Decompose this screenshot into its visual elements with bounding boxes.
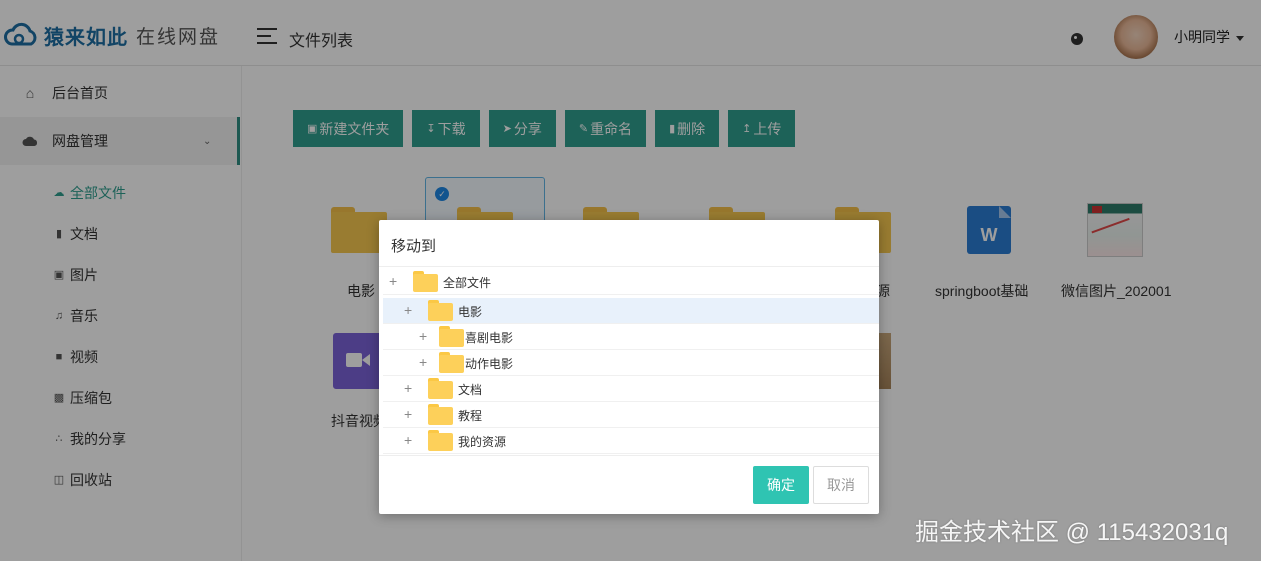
- tree-node-action-movies[interactable]: + 动作电影: [383, 350, 879, 376]
- folder-icon: [428, 404, 453, 425]
- tree-node-label: 喜剧电影: [465, 331, 514, 345]
- expand-icon[interactable]: +: [389, 273, 397, 289]
- expand-icon[interactable]: +: [419, 328, 427, 344]
- tree-node-comedy-movies[interactable]: + 喜剧电影: [383, 324, 879, 350]
- tree-node-label: 电影: [458, 305, 483, 319]
- folder-icon: [428, 430, 453, 451]
- move-to-dialog: 移动到 + 全部文件 + 电影 + 喜剧电影 + 动作电影 + 文档 + 教程 …: [379, 220, 879, 514]
- folder-icon: [439, 352, 464, 373]
- divider: [379, 455, 879, 456]
- confirm-button[interactable]: 确定: [753, 466, 809, 504]
- dialog-title: 移动到: [391, 238, 437, 255]
- watermark-text: 掘金技术社区 @ 115432031q: [915, 519, 1229, 546]
- tree-node-label: 文档: [458, 383, 483, 397]
- tree-node-label: 全部文件: [443, 276, 492, 290]
- divider: [379, 266, 879, 267]
- tree-node-my-resources[interactable]: + 我的资源: [383, 428, 879, 454]
- tree-node-tutorials[interactable]: + 教程: [383, 402, 879, 428]
- folder-icon: [428, 378, 453, 399]
- expand-icon[interactable]: +: [419, 354, 427, 370]
- tree-node-documents[interactable]: + 文档: [383, 376, 879, 402]
- folder-icon: [428, 300, 453, 321]
- tree-node-label: 我的资源: [458, 435, 507, 449]
- tree-node-label: 教程: [458, 409, 483, 423]
- expand-icon[interactable]: +: [404, 406, 412, 422]
- tree-node-movies[interactable]: + 电影: [383, 298, 879, 324]
- expand-icon[interactable]: +: [404, 432, 412, 448]
- folder-icon: [413, 271, 438, 292]
- expand-icon[interactable]: +: [404, 380, 412, 396]
- cancel-button[interactable]: 取消: [813, 466, 869, 504]
- tree-node-label: 动作电影: [465, 357, 514, 371]
- expand-icon[interactable]: +: [404, 302, 412, 318]
- app-root: 猿来如此 在线网盘 文件列表 小明同学 ⌂ 后台首页 网盘管理 ⌄ ☁ 全部文件…: [0, 0, 1261, 561]
- folder-icon: [439, 326, 464, 347]
- tree-node-all-files[interactable]: + 全部文件: [383, 269, 879, 295]
